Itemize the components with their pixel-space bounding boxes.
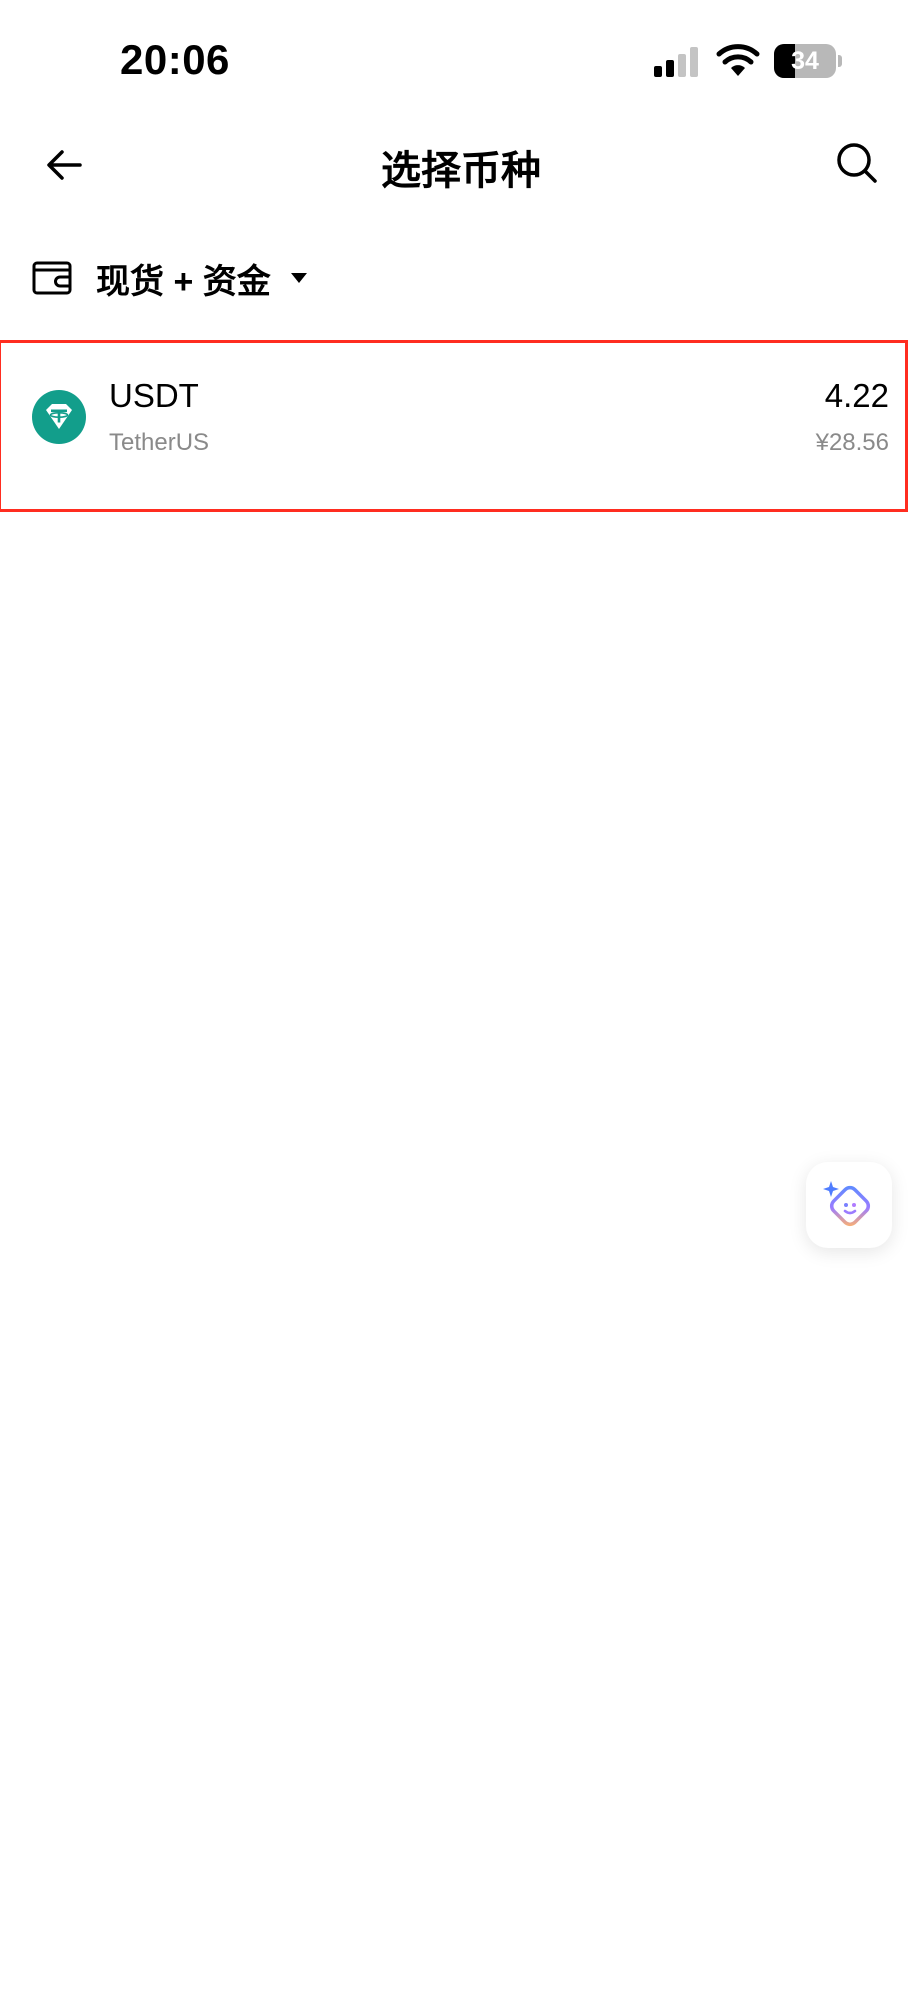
- status-time: 20:06: [120, 36, 230, 83]
- account-type-dropdown[interactable]: 现货 + 资金: [32, 252, 309, 304]
- battery-cap: [838, 55, 842, 67]
- search-icon: [837, 143, 877, 183]
- navigation-bar: 选择币种: [0, 120, 922, 210]
- coin-list-item-usdt[interactable]: USDT TetherUS 4.22 ¥28.56: [0, 340, 908, 512]
- account-filter-label: 现货 + 资金: [96, 262, 271, 301]
- wifi-icon: [716, 44, 760, 76]
- ai-assistant-icon: [823, 1181, 871, 1227]
- battery-body: 34: [774, 44, 836, 78]
- battery-indicator: 34: [774, 44, 842, 80]
- cellular-signal-icon: [654, 47, 698, 77]
- page-title: 选择币种: [381, 149, 541, 193]
- ai-assistant-button[interactable]: [806, 1162, 892, 1248]
- caret-down-icon: [290, 273, 307, 283]
- battery-level-text: 34: [791, 47, 819, 75]
- coin-balance: 4.22: [824, 377, 889, 414]
- search-button[interactable]: [832, 138, 882, 188]
- coin-full-name: TetherUS: [109, 429, 210, 456]
- coin-symbol: USDT: [109, 377, 199, 414]
- tether-logo-icon: [32, 390, 86, 444]
- wallet-icon: [32, 261, 72, 295]
- coin-fiat-value: ¥28.56: [815, 429, 889, 456]
- status-bar: 20:06 34: [0, 0, 922, 120]
